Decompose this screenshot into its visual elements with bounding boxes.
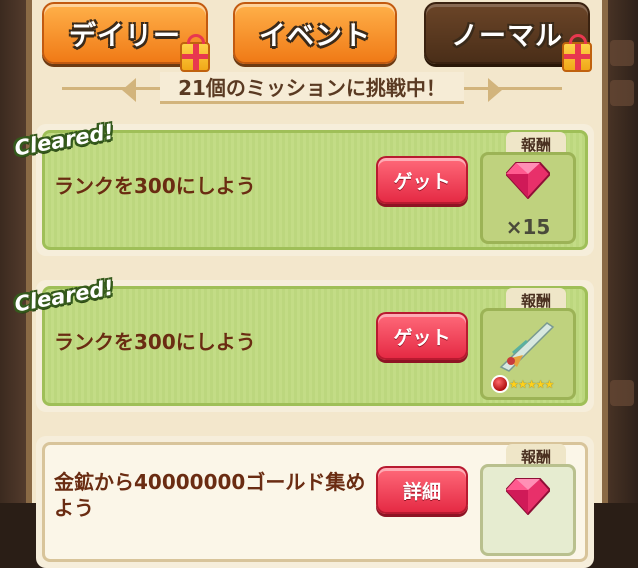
mission-title: ランクを300にしよう (54, 330, 256, 354)
mission-card: Cleared! ランクを300にしよう ゲット 報酬 ×15 (13, 119, 594, 256)
element-orb-icon (491, 375, 509, 393)
mission-title: ランクを300にしよう (54, 174, 256, 198)
mission-title: 金鉱から40000000ゴールド集め (54, 470, 366, 494)
reward-box: ★★★★★ (480, 308, 576, 400)
gem-icon (506, 478, 550, 515)
get-reward-button[interactable]: ゲット (376, 312, 468, 360)
gem-icon (506, 162, 550, 199)
mission-count-banner: 21個のミッションに挑戦中！ (62, 68, 562, 108)
mission-card: Cleared! ランクを300にしよう ゲット 報酬 ★★★★★ (13, 275, 594, 412)
details-button[interactable]: 詳細 (376, 466, 468, 514)
tab-normal-label: ノーマル (451, 20, 563, 52)
details-button-label: 詳細 (402, 480, 441, 503)
background-decoration (610, 40, 634, 66)
tab-daily-label: デイリー (69, 20, 181, 52)
gift-icon (562, 34, 592, 72)
get-reward-button[interactable]: ゲット (376, 156, 468, 204)
get-reward-button-label: ゲット (393, 170, 451, 193)
sword-icon (499, 322, 555, 372)
background-decoration (610, 80, 634, 106)
reward-box (480, 464, 576, 556)
rarity-stars: ★★★★★ (509, 378, 554, 391)
mission-title-line2: よう (54, 496, 94, 520)
mission-card: 金鉱から40000000ゴールド集め よう 詳細 報酬 (36, 436, 594, 568)
get-reward-button-label: ゲット (393, 326, 451, 349)
tab-event[interactable]: イベント (233, 2, 397, 64)
background-decoration (610, 380, 634, 406)
tab-event-label: イベント (259, 20, 371, 52)
mission-count-text: 21個のミッションに挑戦中！ (160, 72, 464, 104)
reward-box: ×15 (480, 152, 576, 244)
reward-quantity: ×15 (505, 215, 551, 239)
background-right (604, 0, 638, 503)
